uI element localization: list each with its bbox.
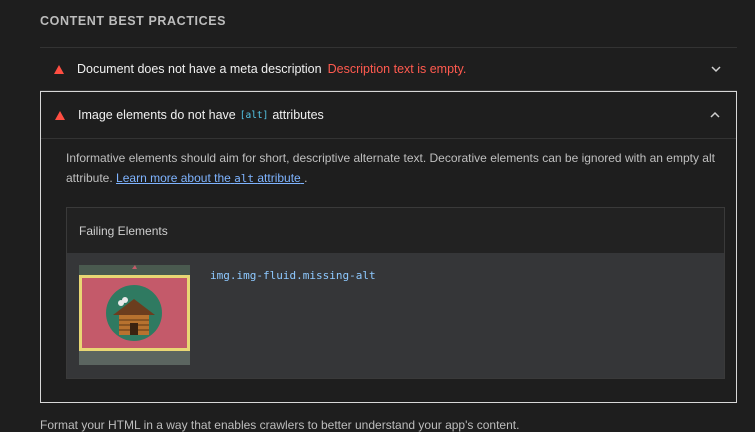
element-selector[interactable]: img.img-fluid.missing-alt xyxy=(210,269,376,282)
failing-elements-header: Failing Elements xyxy=(67,208,724,254)
chevron-down-icon[interactable] xyxy=(709,62,723,76)
audit-title: Document does not have a meta descriptio… xyxy=(77,62,322,76)
log-cabin-image xyxy=(79,265,190,365)
chevron-up-icon[interactable] xyxy=(708,108,722,122)
audit-title-code: [alt] xyxy=(239,109,269,121)
learn-more-link[interactable]: Learn more about the alt attribute xyxy=(116,171,304,185)
warning-triangle-icon xyxy=(54,64,64,74)
section-title: CONTENT BEST PRACTICES xyxy=(40,14,227,28)
audit-image-alt: Image elements do not have [alt] attribu… xyxy=(40,91,737,403)
audit-title-suffix: attributes xyxy=(272,108,324,122)
warning-triangle-icon xyxy=(55,110,65,120)
failing-elements-table: Failing Elements img.img-fluid.missing-a… xyxy=(66,207,725,379)
failing-element-row[interactable]: img.img-fluid.missing-alt xyxy=(67,253,724,378)
audit-header[interactable]: Image elements do not have [alt] attribu… xyxy=(41,92,736,139)
audit-explanation: Informative elements should aim for shor… xyxy=(66,151,715,185)
section-footer-text: Format your HTML in a way that enables c… xyxy=(40,418,520,432)
audit-title-prefix: Image elements do not have xyxy=(78,108,236,122)
audit-description: Description text is empty. xyxy=(327,62,467,76)
audit-meta-description[interactable]: Document does not have a meta descriptio… xyxy=(40,47,737,91)
